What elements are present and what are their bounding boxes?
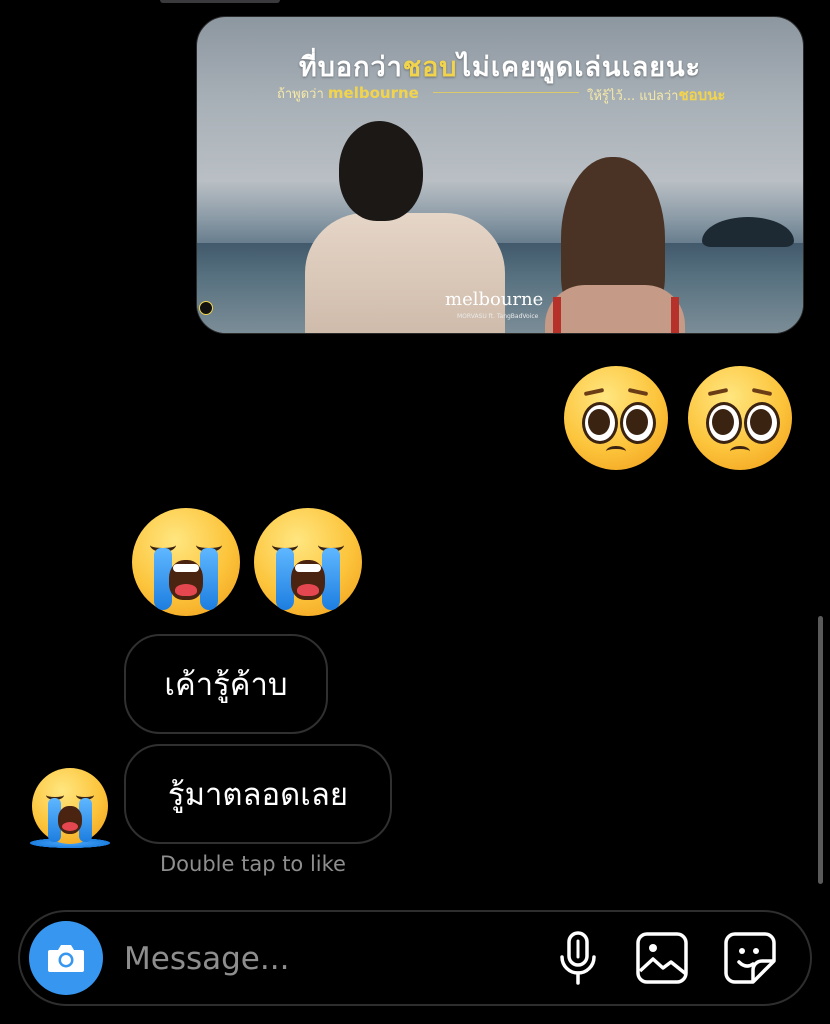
post-title-highlight: ชอบ bbox=[402, 52, 458, 83]
eye bbox=[744, 402, 780, 444]
brow bbox=[627, 387, 649, 397]
mouth bbox=[606, 446, 626, 457]
post-strap-right bbox=[671, 297, 679, 333]
sticker-button[interactable] bbox=[720, 928, 780, 988]
previous-message-edge bbox=[160, 0, 280, 3]
gallery-icon bbox=[636, 932, 688, 984]
shared-post-card[interactable]: ที่บอกว่าชอบไม่เคยพูดเล่นเลยนะ ถ้าพูดว่า… bbox=[196, 16, 804, 334]
post-author-avatar[interactable] bbox=[199, 301, 213, 315]
message-bubble[interactable]: รู้มาตลอดเลย bbox=[124, 744, 392, 844]
post-title: ที่บอกว่าชอบไม่เคยพูดเล่นเลยนะ bbox=[197, 45, 803, 88]
message-text: รู้มาตลอดเลย bbox=[167, 777, 349, 813]
post-island bbox=[702, 217, 794, 247]
double-tap-hint: Double tap to like bbox=[160, 852, 346, 876]
post-credit-text: MORVASU ft. TangBadVoice bbox=[457, 313, 539, 320]
brow bbox=[583, 387, 605, 397]
teeth bbox=[173, 564, 199, 572]
eye bbox=[582, 402, 618, 444]
post-subtitle-left: ถ้าพูดว่า melbourne bbox=[277, 83, 419, 104]
post-person-left-head bbox=[339, 121, 423, 221]
post-subtitle-left-prefix: ถ้าพูดว่า bbox=[277, 87, 328, 102]
mouth bbox=[730, 446, 750, 457]
loudly-crying-face-icon[interactable] bbox=[132, 508, 240, 616]
camera-button[interactable] bbox=[29, 921, 103, 995]
post-divider-line bbox=[433, 92, 579, 93]
tongue bbox=[175, 584, 197, 596]
microphone-icon bbox=[560, 931, 596, 985]
loudly-crying-face-icon[interactable] bbox=[254, 508, 362, 616]
post-subtitle-right-prefix: ให้รู้ไว้... แปลว่า bbox=[587, 89, 679, 104]
post-person-right-body bbox=[545, 285, 685, 333]
sticker-icon bbox=[724, 932, 776, 984]
pleading-face-icon[interactable] bbox=[688, 366, 792, 470]
message-input[interactable] bbox=[124, 934, 524, 984]
post-subtitle-right-bold: ชอบนะ bbox=[678, 86, 726, 104]
camera-icon bbox=[48, 945, 84, 972]
post-subtitle-right: ให้รู้ไว้... แปลว่าชอบนะ bbox=[587, 83, 726, 107]
message-bubble[interactable]: เค้ารู้ค้าบ bbox=[124, 634, 328, 734]
tongue bbox=[62, 822, 78, 831]
post-title-part-a: ที่บอกว่า bbox=[298, 52, 403, 83]
brow bbox=[751, 387, 773, 397]
sender-avatar-sob-icon[interactable] bbox=[32, 768, 108, 844]
message-text: เค้ารู้ค้าบ bbox=[164, 667, 288, 703]
scrollbar[interactable] bbox=[818, 616, 823, 884]
eye bbox=[706, 402, 742, 444]
pleading-face-icon[interactable] bbox=[564, 366, 668, 470]
post-strap-left bbox=[553, 297, 561, 333]
microphone-button[interactable] bbox=[548, 928, 608, 988]
tongue bbox=[297, 584, 319, 596]
teeth bbox=[295, 564, 321, 572]
brow bbox=[707, 387, 729, 397]
post-title-part-b: ไม่เคยพูดเล่นเลยนะ bbox=[457, 52, 702, 83]
eye bbox=[620, 402, 656, 444]
post-subtitle-left-bold: melbourne bbox=[327, 84, 419, 102]
gallery-button[interactable] bbox=[632, 928, 692, 988]
post-logo-text: melbourne bbox=[445, 289, 544, 310]
